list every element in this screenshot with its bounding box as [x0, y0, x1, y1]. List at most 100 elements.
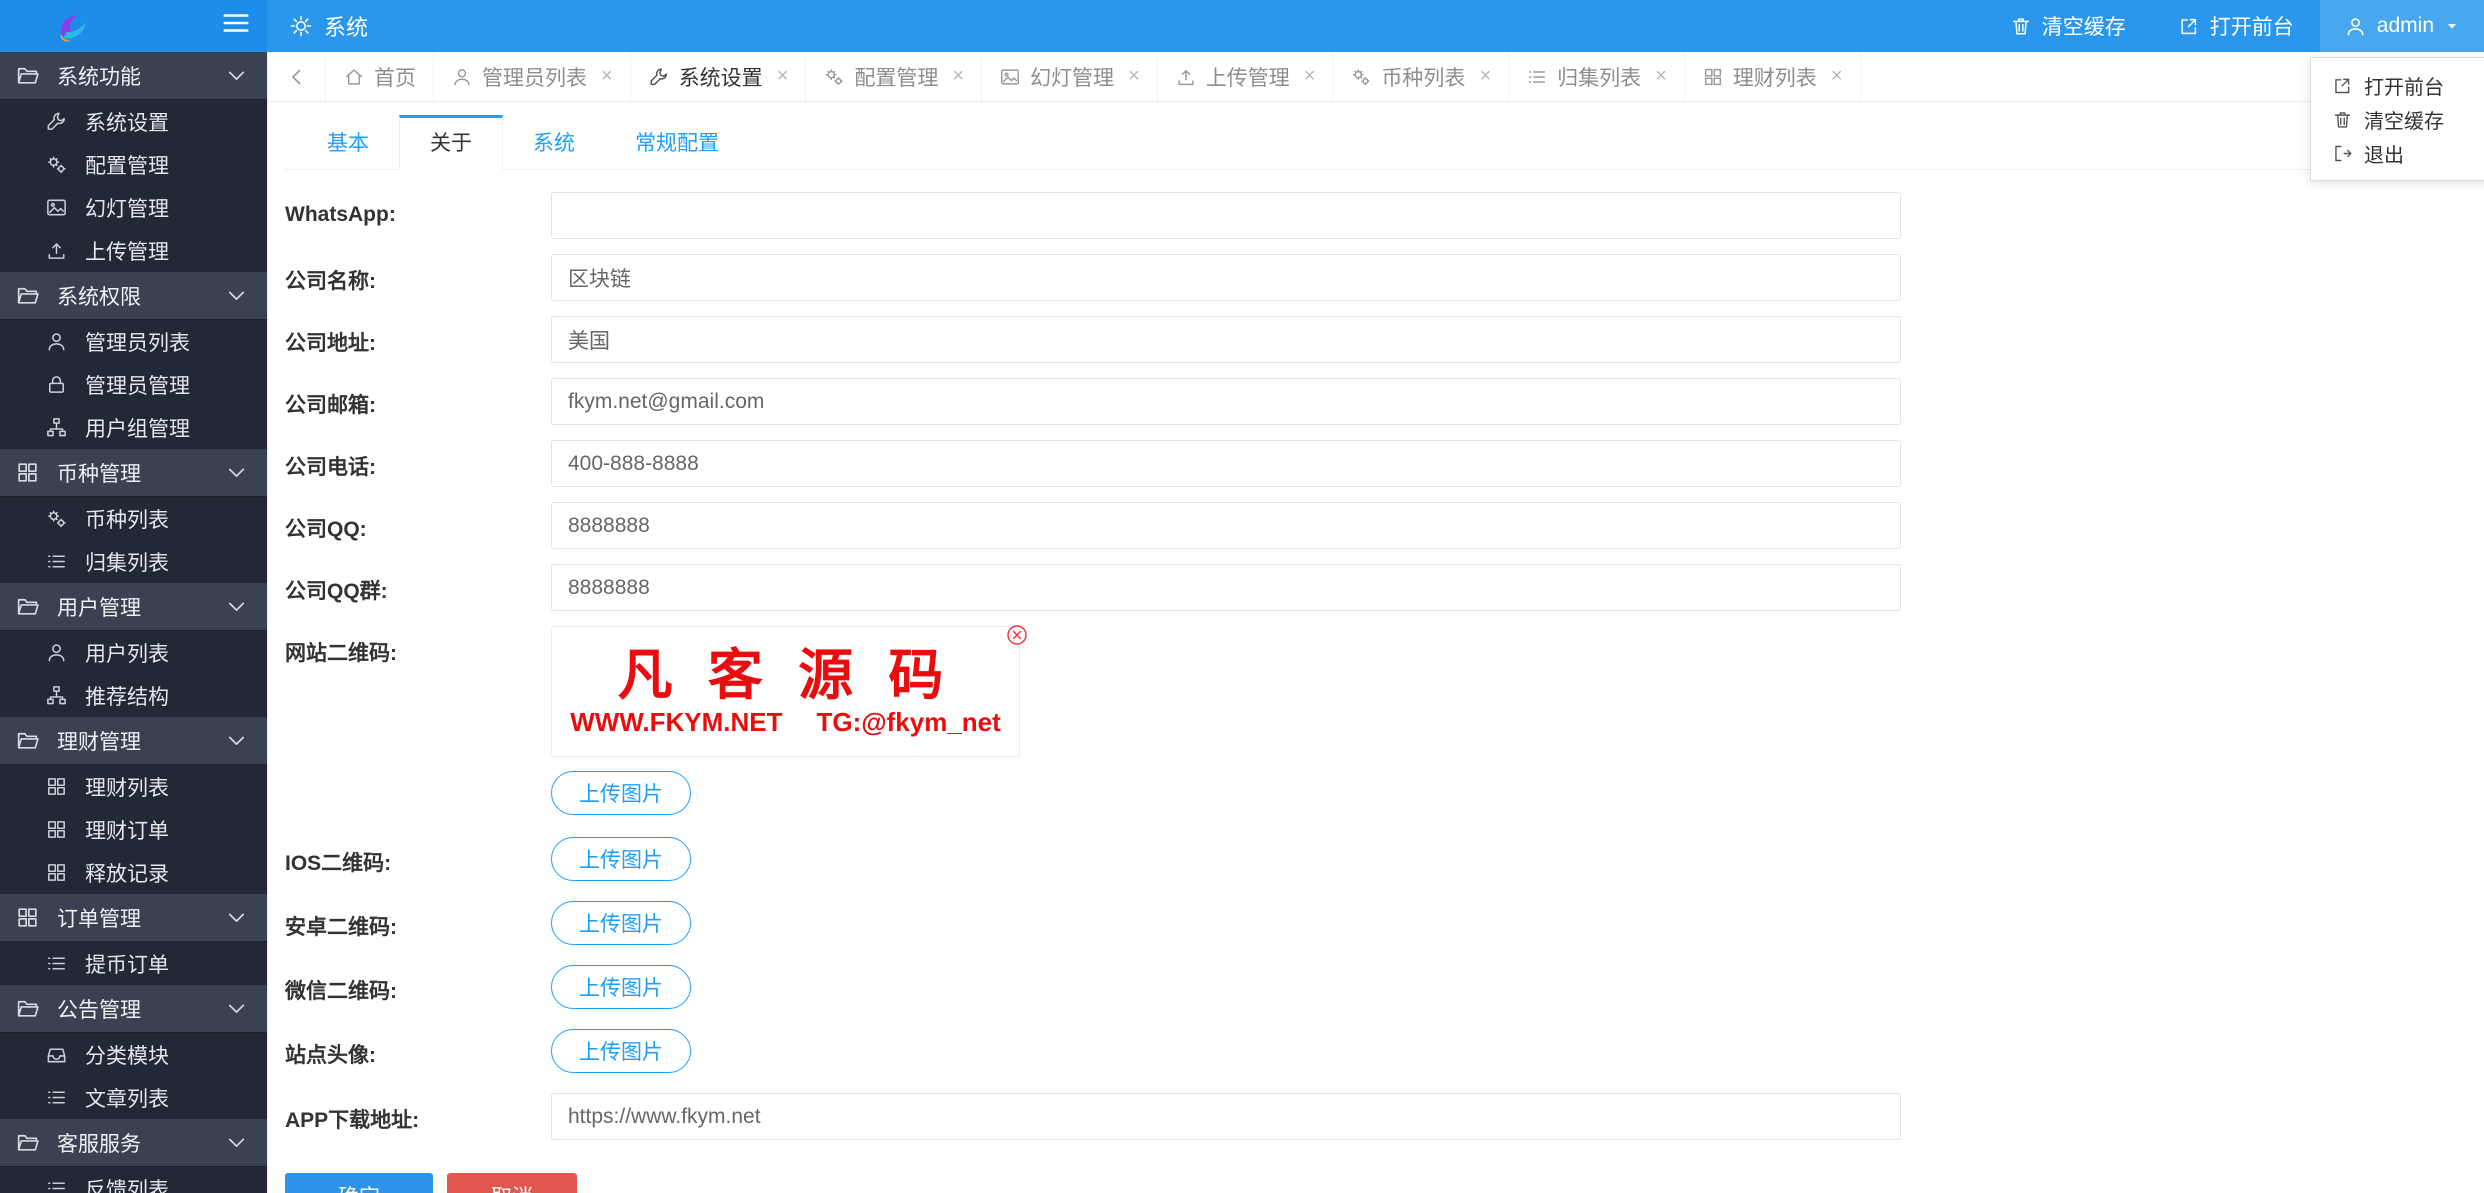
cancel-button[interactable]: 取消	[447, 1173, 577, 1193]
sidebar-item-0-3[interactable]: 上传管理	[0, 229, 267, 272]
sidebar-item-5-0[interactable]: 提币订单	[0, 942, 267, 985]
sidebar-item-2-0[interactable]: 币种列表	[0, 497, 267, 540]
tab-3[interactable]: 配置管理 ×	[806, 52, 982, 101]
user-menu-item-0[interactable]: 打开前台	[2311, 68, 2484, 102]
image-preview-stack: 凡 客 源 码 WWW.FKYM.NETTG:@fkym_net 上传图片	[551, 626, 1020, 815]
folder-icon	[15, 63, 40, 88]
clear-cache-label: 清空缓存	[2042, 11, 2126, 41]
tab-6[interactable]: 币种列表×	[1333, 52, 1509, 101]
image-icon	[999, 66, 1021, 88]
sidebar-item-label: 币种列表	[85, 504, 169, 534]
tab-close-icon[interactable]: ×	[1304, 65, 1316, 88]
form-input-6[interactable]	[551, 564, 1901, 611]
tab-7[interactable]: 归集列表×	[1509, 52, 1685, 101]
sidebar-item-7-0[interactable]: 反馈列表	[0, 1167, 267, 1193]
list-icon	[45, 1086, 68, 1109]
form-label: 公司QQ:	[285, 502, 551, 549]
open-front-button[interactable]: 打开前台	[2152, 0, 2320, 52]
sidebar-toggle-button[interactable]	[221, 8, 251, 44]
tab-scroll-left-button[interactable]	[268, 52, 326, 101]
tab-close-icon[interactable]: ×	[1479, 65, 1491, 88]
subtab-0[interactable]: 基本	[297, 118, 399, 169]
tab-label: 理财列表	[1733, 62, 1817, 92]
sidebar-group-4[interactable]: 理财管理	[0, 717, 267, 765]
sidebar-group-2[interactable]: 币种管理	[0, 449, 267, 497]
content-panel: 基本关于系统常规配置 WhatsApp:公司名称:公司地址:公司邮箱:公司电话:…	[268, 102, 2484, 1193]
sidebar-item-label: 用户组管理	[85, 413, 190, 443]
form-input-5[interactable]	[551, 502, 1901, 549]
topbar-logo-area	[0, 0, 267, 52]
upload-image-button[interactable]: 上传图片	[551, 837, 691, 881]
sidebar-group-0[interactable]: 系统功能	[0, 52, 267, 100]
tab-close-icon[interactable]: ×	[1655, 65, 1667, 88]
user-menu-button[interactable]: admin	[2320, 0, 2484, 52]
form-input-3[interactable]	[551, 378, 1901, 425]
sidebar-item-4-1[interactable]: 理财订单	[0, 808, 267, 851]
user-icon	[2344, 15, 2367, 38]
upload-image-button[interactable]: 上传图片	[551, 965, 691, 1009]
form-label: 站点头像:	[285, 1029, 551, 1073]
chevdown-icon	[224, 1130, 249, 1155]
tab-5[interactable]: 上传管理×	[1158, 52, 1334, 101]
remove-image-icon[interactable]	[1005, 623, 1029, 647]
sidebar: 系统功能系统设置配置管理幻灯管理上传管理系统权限管理员列表管理员管理用户组管理币…	[0, 52, 267, 1193]
upload-icon	[1175, 66, 1197, 88]
tab-close-icon[interactable]: ×	[777, 65, 789, 88]
sidebar-item-1-2[interactable]: 用户组管理	[0, 406, 267, 449]
sidebar-group-6[interactable]: 公告管理	[0, 985, 267, 1033]
sidebar-item-2-1[interactable]: 归集列表	[0, 540, 267, 583]
tab-2[interactable]: 系统设置×	[631, 52, 807, 101]
sidebar-item-0-1[interactable]: 配置管理	[0, 143, 267, 186]
form-input-1[interactable]	[551, 254, 1901, 301]
form-row-10: 微信二维码:上传图片	[285, 965, 2484, 1009]
user-menu-item-1[interactable]: 清空缓存	[2311, 102, 2484, 136]
form-input-0[interactable]	[551, 192, 1901, 239]
sidebar-group-label: 理财管理	[57, 726, 141, 756]
user-menu-item-2[interactable]: 退出	[2311, 136, 2484, 170]
sidebar-item-0-2[interactable]: 幻灯管理	[0, 186, 267, 229]
gears-icon	[1350, 66, 1372, 88]
confirm-button[interactable]: 确定	[285, 1173, 433, 1193]
tab-close-icon[interactable]: ×	[952, 65, 964, 88]
subtab-2[interactable]: 系统	[503, 118, 605, 169]
tab-8[interactable]: 理财列表 ×	[1685, 52, 1861, 101]
sidebar-item-4-2[interactable]: 释放记录	[0, 851, 267, 894]
form-input-2[interactable]	[551, 316, 1901, 363]
sidebar-group-3[interactable]: 用户管理	[0, 583, 267, 631]
tab-1[interactable]: 管理员列表×	[434, 52, 631, 101]
form-label: 公司地址:	[285, 316, 551, 363]
sidebar-item-0-0[interactable]: 系统设置	[0, 100, 267, 143]
qrcode-image-preview: 凡 客 源 码 WWW.FKYM.NETTG:@fkym_net	[551, 626, 1020, 757]
upload-image-button[interactable]: 上传图片	[551, 771, 691, 815]
tab-label: 配置管理	[854, 62, 938, 92]
sidebar-item-6-1[interactable]: 文章列表	[0, 1076, 267, 1119]
form-input-12[interactable]	[551, 1093, 1901, 1140]
sidebar-item-3-0[interactable]: 用户列表	[0, 631, 267, 674]
sidebar-group-5[interactable]: 订单管理	[0, 894, 267, 942]
upload-image-button[interactable]: 上传图片	[551, 1029, 691, 1073]
sidebar-item-4-0[interactable]: 理财列表	[0, 765, 267, 808]
tab-0[interactable]: 首页	[326, 52, 434, 101]
subtab-3[interactable]: 常规配置	[605, 118, 749, 169]
tab-4[interactable]: 幻灯管理×	[982, 52, 1158, 101]
grid-icon	[15, 905, 40, 930]
external-link-icon	[2178, 15, 2200, 37]
tab-close-icon[interactable]: ×	[1831, 65, 1843, 88]
upload-image-button[interactable]: 上传图片	[551, 901, 691, 945]
form-input-4[interactable]	[551, 440, 1901, 487]
tab-close-icon[interactable]: ×	[601, 65, 613, 88]
form-row-1: 公司名称:	[285, 254, 2484, 301]
sidebar-item-1-0[interactable]: 管理员列表	[0, 320, 267, 363]
sidebar-group-7[interactable]: 客服服务	[0, 1119, 267, 1167]
sidebar-item-1-1[interactable]: 管理员管理	[0, 363, 267, 406]
subtab-1[interactable]: 关于	[399, 115, 503, 170]
clear-cache-button[interactable]: 清空缓存	[1984, 0, 2152, 52]
form-row-4: 公司电话:	[285, 440, 2484, 487]
sidebar-item-3-1[interactable]: 推荐结构	[0, 674, 267, 717]
sidebar-group-1[interactable]: 系统权限	[0, 272, 267, 320]
form-row-12: APP下载地址:	[285, 1093, 2484, 1140]
sidebar-item-6-0[interactable]: 分类模块	[0, 1033, 267, 1076]
caret-down-icon	[2444, 18, 2460, 34]
grid-icon	[1702, 66, 1724, 88]
tab-close-icon[interactable]: ×	[1128, 65, 1140, 88]
